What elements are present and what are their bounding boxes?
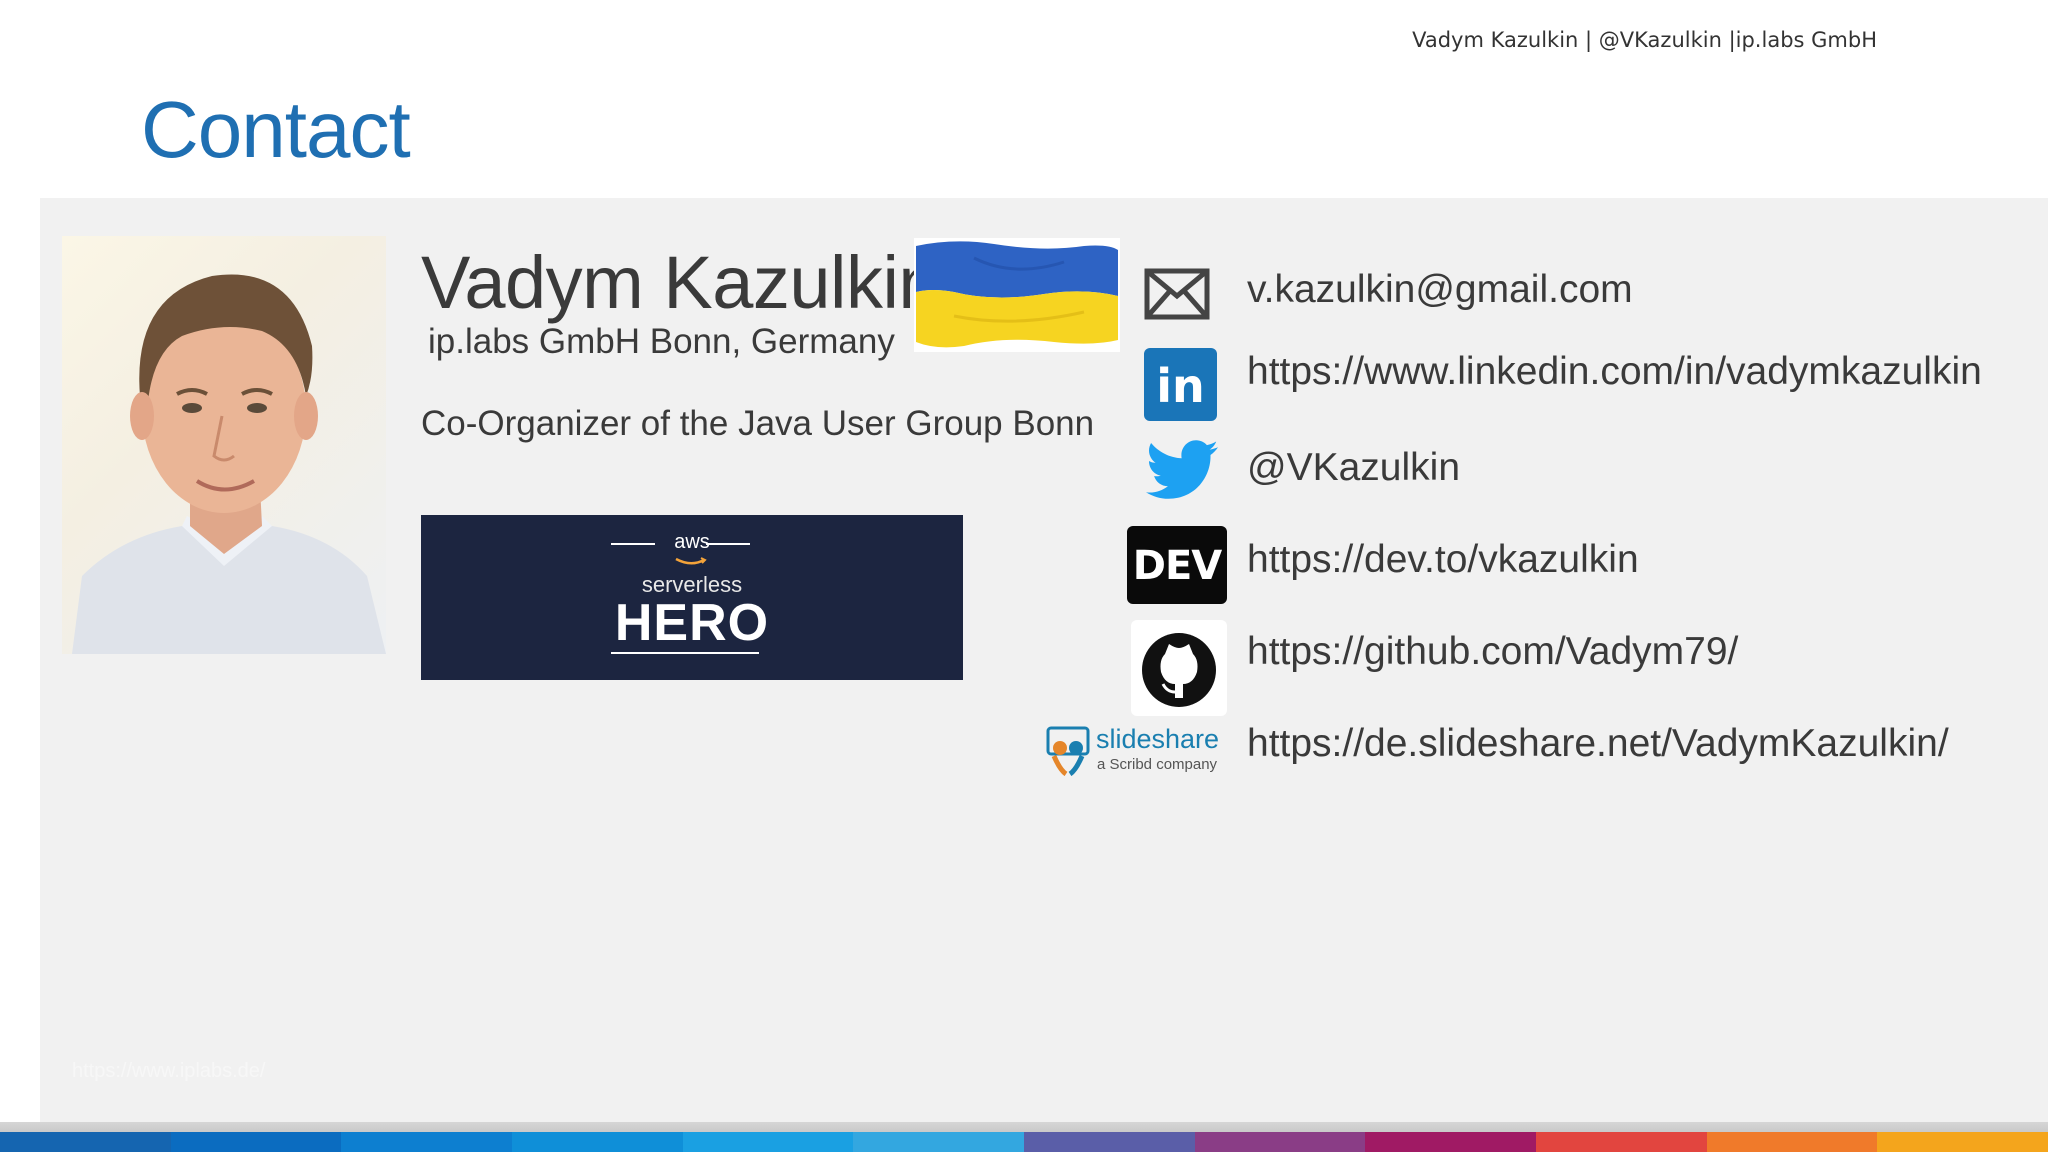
contact-github[interactable]: https://github.com/Vadym79/ — [1247, 630, 1738, 674]
dev-icon-label: DEV — [1132, 543, 1222, 589]
contact-twitter[interactable]: @VKazulkin — [1247, 446, 1460, 490]
aws-serverless-hero-badge: aws serverless HERO — [421, 515, 963, 680]
badge-title: HERO — [614, 594, 770, 652]
badge-aws-text: aws — [674, 531, 710, 553]
color-stripe-segment — [1194, 1132, 1366, 1152]
dev-icon: DEV — [1127, 526, 1227, 604]
color-stripe-segment — [1706, 1132, 1878, 1152]
contact-dev[interactable]: https://dev.to/vkazulkin — [1247, 538, 1639, 582]
color-stripe-segment — [1877, 1132, 2048, 1152]
color-stripe-bar — [0, 1132, 2048, 1152]
footer-url[interactable]: https://www.iplabs.de/ — [72, 1060, 265, 1083]
color-stripe-segment — [1536, 1132, 1707, 1152]
color-stripe-segment — [512, 1132, 683, 1152]
aws-smile-icon — [675, 557, 707, 565]
github-icon — [1131, 620, 1227, 716]
ukraine-flag — [914, 238, 1120, 352]
contact-email[interactable]: v.kazulkin@gmail.com — [1247, 268, 1633, 312]
footer-shadow — [0, 1122, 2048, 1132]
twitter-icon — [1146, 440, 1218, 499]
page-title: Contact — [141, 85, 411, 174]
color-stripe-segment — [1365, 1132, 1537, 1152]
linkedin-icon-label: in — [1156, 359, 1205, 413]
color-stripe-segment — [341, 1132, 513, 1152]
badge-underline — [611, 652, 759, 654]
color-stripe-segment — [682, 1132, 854, 1152]
slideshare-wordmark: slideshare — [1096, 724, 1220, 754]
linkedin-icon: in — [1144, 348, 1217, 421]
slideshare-icon: slideshare a Scribd company — [1044, 724, 1234, 778]
profile-role: Co-Organizer of the Java User Group Bonn — [421, 404, 1095, 443]
color-stripe-segment — [853, 1132, 1025, 1152]
color-stripe-segment — [1024, 1132, 1195, 1152]
color-stripe-segment — [170, 1132, 342, 1152]
profile-name: Vadym Kazulkin — [421, 241, 940, 324]
profile-company: ip.labs GmbH Bonn, Germany — [428, 322, 895, 361]
slideshare-tagline: a Scribd company — [1097, 756, 1218, 773]
header-byline: Vadym Kazulkin | @VKazulkin |ip.labs Gmb… — [1412, 28, 1877, 52]
mail-icon — [1144, 268, 1210, 320]
contact-linkedin[interactable]: https://www.linkedin.com/in/vadymkazulki… — [1247, 350, 1982, 394]
profile-photo — [62, 236, 386, 654]
badge-line-right — [706, 543, 750, 545]
contact-slideshare[interactable]: https://de.slideshare.net/VadymKazulkin/ — [1247, 722, 1949, 766]
color-stripe-segment — [0, 1132, 171, 1152]
